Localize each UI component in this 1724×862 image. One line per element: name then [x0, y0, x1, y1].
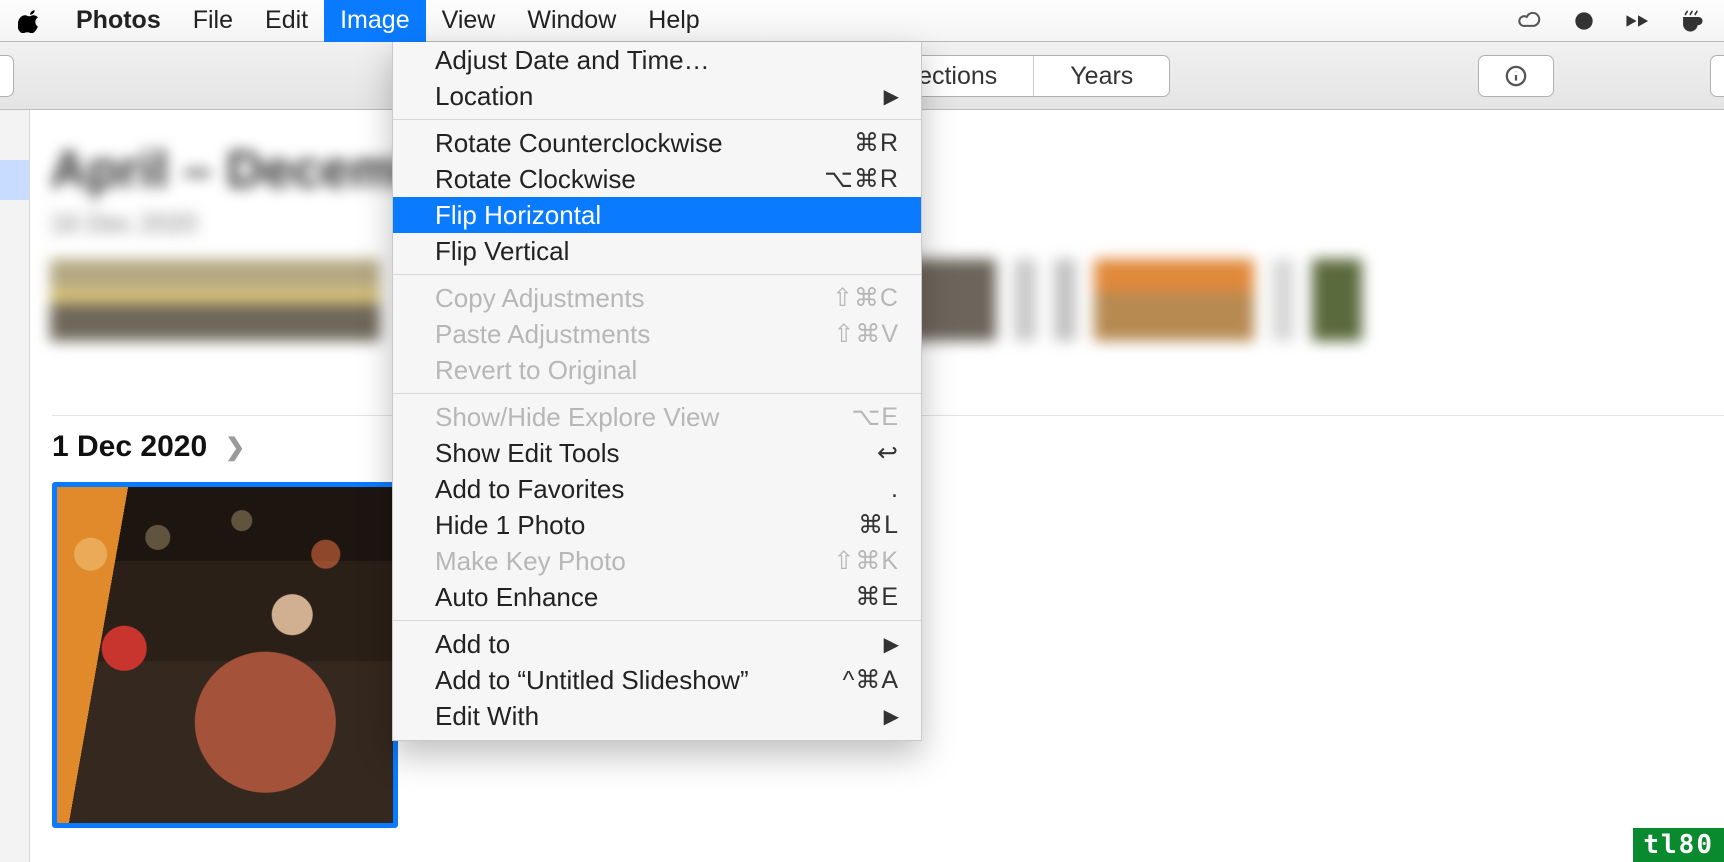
photo-thumbnail[interactable]: [1312, 259, 1362, 341]
sidebar-selection[interactable]: [0, 160, 29, 200]
menu-file[interactable]: File: [177, 0, 249, 42]
menu-item: Copy Adjustments⇧⌘C: [393, 280, 921, 316]
moment-date-label: 1 Dec 2020: [52, 430, 207, 464]
sidebar: [0, 110, 30, 862]
apple-icon: [18, 9, 42, 33]
menu-item-label: Paste Adjustments: [435, 319, 833, 350]
menu-item-label: Show Edit Tools: [435, 438, 877, 469]
menu-item-label: Show/Hide Explore View: [435, 402, 852, 433]
photo-thumbnail[interactable]: [1272, 259, 1294, 341]
menu-item-label: Add to: [435, 629, 884, 660]
menu-help[interactable]: Help: [632, 0, 715, 42]
menu-item-shortcut: ⌥⌘R: [824, 164, 899, 194]
menu-item[interactable]: Auto Enhance⌘E: [393, 579, 921, 615]
menu-item[interactable]: Add to “Untitled Slideshow”^⌘A: [393, 662, 921, 698]
menu-item-label: Adjust Date and Time…: [435, 45, 899, 76]
toolbar-right-button-edge[interactable]: [1710, 55, 1724, 97]
menu-item-shortcut: ⇧⌘V: [833, 319, 899, 349]
fast-forward-icon[interactable]: [1624, 7, 1652, 35]
app-name[interactable]: Photos: [60, 6, 177, 35]
menu-item[interactable]: Location▶: [393, 78, 921, 114]
menu-item-label: Copy Adjustments: [435, 283, 832, 314]
menu-item[interactable]: Rotate Clockwise⌥⌘R: [393, 161, 921, 197]
menubar: Photos File Edit Image View Window Help: [0, 0, 1724, 42]
menu-item: Revert to Original: [393, 352, 921, 388]
photo-thumbnail[interactable]: [1054, 259, 1076, 341]
menu-item-label: Location: [435, 81, 884, 112]
menu-item-label: Add to “Untitled Slideshow”: [435, 665, 843, 696]
menu-item[interactable]: Add to Favorites.: [393, 471, 921, 507]
info-button[interactable]: [1478, 55, 1554, 97]
menu-item-shortcut: ↩: [877, 438, 899, 468]
menubar-tray: [1516, 0, 1714, 42]
menu-item[interactable]: Flip Vertical: [393, 233, 921, 269]
menu-item-shortcut: ^⌘A: [843, 665, 899, 695]
menu-image[interactable]: Image: [324, 0, 425, 42]
menu-window[interactable]: Window: [511, 0, 632, 42]
info-icon: [1505, 65, 1527, 87]
menu-item-label: Hide 1 Photo: [435, 510, 858, 541]
caffeine-icon[interactable]: [1678, 7, 1706, 35]
submenu-arrow-icon: ▶: [884, 704, 899, 729]
menu-item-label: Flip Vertical: [435, 236, 899, 267]
menu-item[interactable]: Rotate Counterclockwise⌘R: [393, 125, 921, 161]
menu-item-label: Auto Enhance: [435, 582, 855, 613]
creative-cloud-icon[interactable]: [1516, 7, 1544, 35]
menu-item-shortcut: ⌘E: [855, 582, 899, 612]
menu-view[interactable]: View: [426, 0, 512, 42]
menu-item[interactable]: Adjust Date and Time…: [393, 42, 921, 78]
menu-item: Show/Hide Explore View⌥E: [393, 399, 921, 435]
menu-item[interactable]: Hide 1 Photo⌘L: [393, 507, 921, 543]
menu-item-label: Make Key Photo: [435, 546, 833, 577]
menu-item[interactable]: Add to▶: [393, 626, 921, 662]
watermark: tl80: [1633, 828, 1724, 862]
menu-item-shortcut: .: [891, 475, 899, 504]
apple-menu[interactable]: [0, 9, 60, 33]
segment-years[interactable]: Years: [1034, 56, 1169, 96]
photo-thumbnail-selected[interactable]: [52, 482, 398, 828]
menu-item-shortcut: ⌥E: [852, 402, 899, 432]
photo-thumbnail[interactable]: [50, 259, 380, 341]
menu-item-shortcut: ⌘R: [854, 128, 899, 158]
menu-item-label: Rotate Clockwise: [435, 164, 824, 195]
menu-edit[interactable]: Edit: [249, 0, 324, 42]
submenu-arrow-icon: ▶: [884, 632, 899, 657]
menu-item-shortcut: ⇧⌘C: [832, 283, 899, 313]
record-icon[interactable]: [1570, 7, 1598, 35]
menu-item-label: Add to Favorites: [435, 474, 891, 505]
menu-item[interactable]: Edit With▶: [393, 698, 921, 734]
menu-item[interactable]: Flip Horizontal: [393, 197, 921, 233]
photo-thumbnail[interactable]: [1014, 259, 1036, 341]
menu-item-label: Revert to Original: [435, 355, 899, 386]
submenu-arrow-icon: ▶: [884, 84, 899, 109]
image-menu-dropdown: Adjust Date and Time…Location▶Rotate Cou…: [392, 42, 922, 741]
photo-thumbnail[interactable]: [1094, 259, 1254, 341]
menu-item-label: Edit With: [435, 701, 884, 732]
menu-item-shortcut: ⇧⌘K: [833, 546, 899, 576]
menu-item[interactable]: Show Edit Tools↩: [393, 435, 921, 471]
chevron-right-icon: ❯: [225, 433, 245, 462]
menu-item-shortcut: ⌘L: [858, 510, 899, 540]
menu-item-label: Flip Horizontal: [435, 200, 899, 231]
menu-item: Make Key Photo⇧⌘K: [393, 543, 921, 579]
menu-item: Paste Adjustments⇧⌘V: [393, 316, 921, 352]
menu-item-label: Rotate Counterclockwise: [435, 128, 854, 159]
toolbar-left-button-edge[interactable]: [0, 55, 14, 97]
